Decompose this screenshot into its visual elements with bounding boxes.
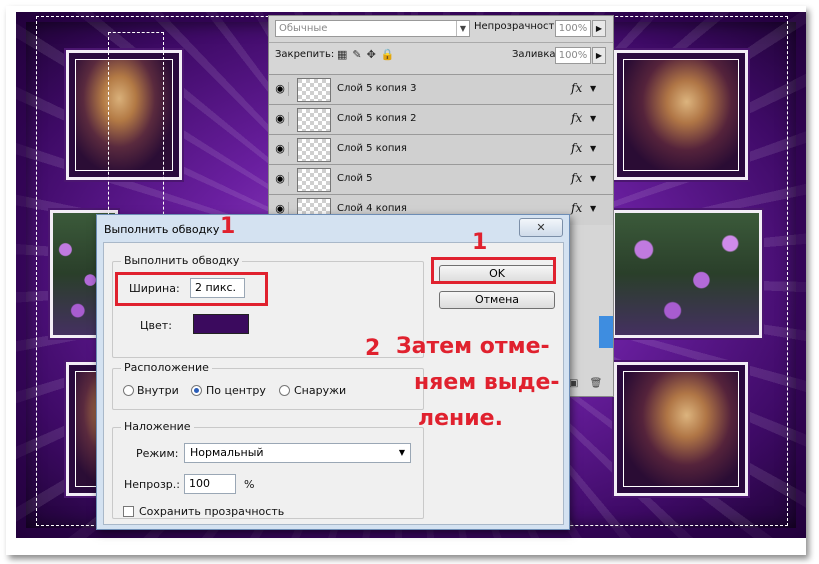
location-group-label: Расположение bbox=[121, 361, 212, 374]
chevron-right-icon[interactable]: ▶ bbox=[592, 20, 606, 37]
layer-thumbnail bbox=[297, 168, 331, 192]
layer-name: Слой 5 копия bbox=[337, 143, 407, 154]
layer-row[interactable]: ◉ Слой 5 fx ▼ bbox=[269, 164, 613, 195]
opacity-field[interactable]: 100% bbox=[555, 20, 591, 37]
eye-icon[interactable]: ◉ bbox=[272, 112, 289, 126]
mode-select[interactable]: Нормальный ▼ bbox=[184, 443, 411, 463]
radio-inside[interactable] bbox=[123, 385, 134, 396]
close-button[interactable]: ✕ bbox=[519, 218, 563, 237]
chevron-down-icon[interactable]: ▼ bbox=[590, 144, 596, 153]
layer-row[interactable]: ◉ Слой 5 копия 2 fx ▼ bbox=[269, 104, 613, 135]
fill-label: Заливка: bbox=[512, 49, 559, 60]
chevron-down-icon[interactable]: ▼ bbox=[590, 174, 596, 183]
blending-group-label: Наложение bbox=[121, 420, 194, 433]
fill-field[interactable]: 100% bbox=[555, 47, 591, 64]
mode-label: Режим: bbox=[136, 447, 179, 460]
fx-icon[interactable]: fx bbox=[571, 81, 582, 95]
preserve-transparency-checkbox[interactable] bbox=[123, 506, 134, 517]
chevron-down-icon[interactable]: ▼ bbox=[590, 84, 596, 93]
layer-row[interactable]: ◉ Слой 5 копия fx ▼ bbox=[269, 134, 613, 165]
blend-mode-select[interactable]: Обычные ▼ bbox=[275, 20, 470, 37]
blending-group: Наложение Режим: Нормальный ▼ Непрозр.: 1… bbox=[112, 420, 424, 519]
layer-thumbnail bbox=[297, 138, 331, 162]
layers-panel-header: Обычные ▼ Непрозрачность: 100% ▶ bbox=[269, 16, 613, 40]
chevron-down-icon: ▼ bbox=[398, 448, 405, 457]
radio-outside-label: Снаружи bbox=[294, 384, 347, 397]
radio-center[interactable] bbox=[191, 385, 202, 396]
selected-layer-highlight bbox=[599, 316, 613, 348]
fx-icon[interactable]: fx bbox=[571, 201, 582, 215]
blend-mode-value: Обычные bbox=[279, 23, 328, 34]
layer-name: Слой 4 копия bbox=[337, 203, 407, 214]
preserve-transparency-label: Сохранить прозрачность bbox=[139, 505, 285, 518]
lock-row: Закрепить: ▦✎✥🔒 Заливка: 100% ▶ bbox=[269, 42, 613, 67]
fx-icon[interactable]: fx bbox=[571, 171, 582, 185]
cancel-button[interactable]: Отмена bbox=[439, 291, 555, 309]
annotation-step1-title: 1 bbox=[220, 214, 236, 239]
radio-outside[interactable] bbox=[279, 385, 290, 396]
fx-icon[interactable]: fx bbox=[571, 111, 582, 125]
lock-icons[interactable]: ▦✎✥🔒 bbox=[337, 48, 400, 61]
layer-thumbnail bbox=[297, 78, 331, 102]
highlight-ok-box bbox=[431, 257, 556, 284]
layer-row[interactable]: ◉ Слой 5 копия 3 fx ▼ bbox=[269, 74, 613, 105]
fx-icon[interactable]: fx bbox=[571, 141, 582, 155]
panel-bottom-icons[interactable]: ▣ 🗑 bbox=[569, 378, 606, 389]
layer-name: Слой 5 bbox=[337, 173, 373, 184]
layer-name: Слой 5 копия 3 bbox=[337, 83, 417, 94]
layer-name: Слой 5 копия 2 bbox=[337, 113, 417, 124]
color-label: Цвет: bbox=[140, 319, 172, 332]
annotation-step2-line1: Затем отме- bbox=[396, 334, 550, 359]
annotation-step1-ok: 1 bbox=[472, 230, 488, 255]
chevron-down-icon: ▼ bbox=[456, 21, 469, 36]
chevron-down-icon[interactable]: ▼ bbox=[590, 204, 596, 213]
location-group: Расположение Внутри По центру Снаружи bbox=[112, 361, 424, 410]
annotation-step2-line2: няем выде- bbox=[414, 370, 560, 395]
chevron-down-icon[interactable]: ▼ bbox=[590, 114, 596, 123]
opacity-label: Непрозрачность: bbox=[474, 21, 564, 32]
opacity-label: Непрозр.: bbox=[124, 478, 180, 491]
radio-inside-label: Внутри bbox=[137, 384, 179, 397]
dialog-title: Выполнить обводку bbox=[104, 223, 220, 236]
layer-thumbnail bbox=[297, 108, 331, 132]
lock-label: Закрепить: bbox=[275, 49, 335, 60]
mode-value: Нормальный bbox=[190, 446, 264, 459]
stroke-group-label: Выполнить обводку bbox=[121, 254, 243, 267]
radio-center-label: По центру bbox=[206, 384, 266, 397]
eye-icon[interactable]: ◉ bbox=[272, 172, 289, 186]
eye-icon[interactable]: ◉ bbox=[272, 142, 289, 156]
annotation-step2-number: 2 bbox=[365, 336, 381, 361]
chevron-right-icon[interactable]: ▶ bbox=[592, 47, 606, 64]
color-swatch[interactable] bbox=[193, 314, 249, 334]
eye-icon[interactable]: ◉ bbox=[272, 82, 289, 96]
highlight-width-box bbox=[115, 272, 268, 306]
opacity-input[interactable]: 100 bbox=[184, 474, 236, 494]
opacity-unit: % bbox=[244, 478, 255, 491]
annotation-step2-line3: ление. bbox=[418, 406, 503, 431]
